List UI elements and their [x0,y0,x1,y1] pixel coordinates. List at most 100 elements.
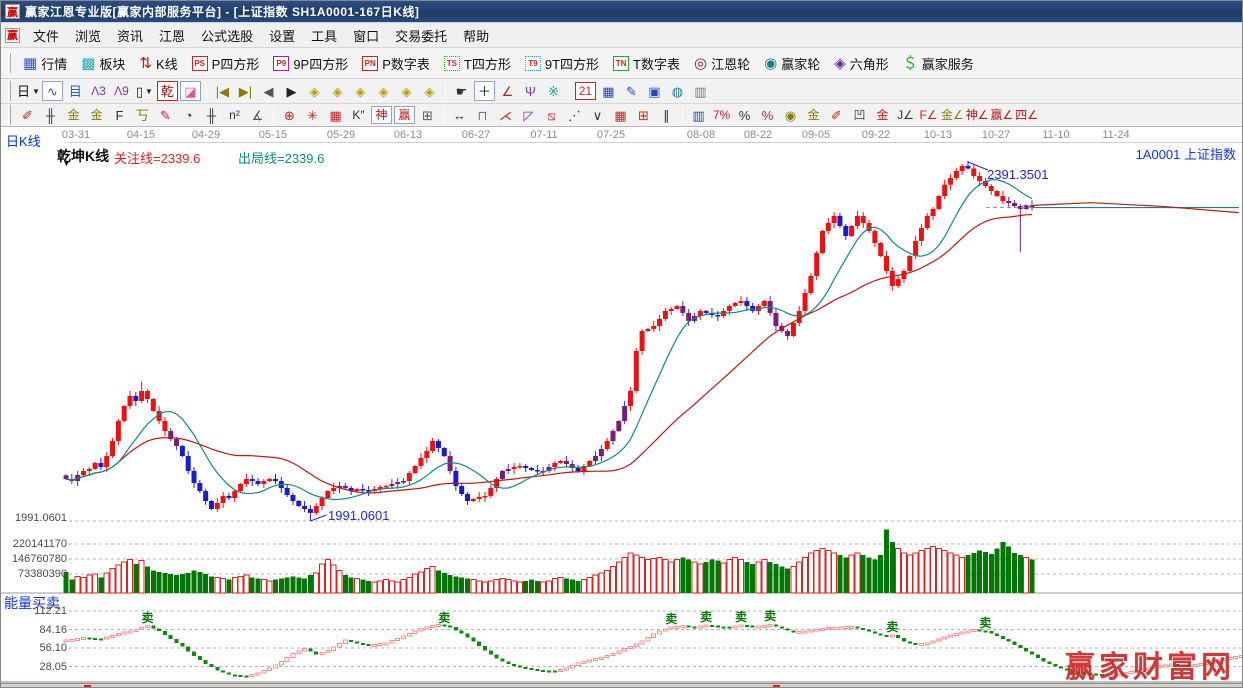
wave-9-icon[interactable]: Λ9 [111,82,132,100]
f-angle-icon[interactable]: F∠ [918,106,939,124]
winner-service-button[interactable]: ＄赢家服务 [896,50,981,76]
j-angle-icon[interactable]: J∠ [895,106,916,124]
t-digit-table-button[interactable]: TNT数字表 [606,50,687,76]
web-tool-icon[interactable]: ※ [543,81,564,101]
ying-icon[interactable]: 赢 [394,106,415,124]
menu-6[interactable]: 工具 [303,24,345,47]
grid-lines-icon[interactable]: ╫ [40,105,61,125]
gold-angle-icon[interactable]: 金∠ [941,106,964,124]
pen-red-icon[interactable]: ✐ [826,105,847,125]
shen-icon[interactable]: 神 [371,106,392,124]
diamond-left-icon[interactable]: ◈ [304,81,325,101]
computer-icon[interactable]: ▥ [690,81,711,101]
edit-note-icon[interactable]: ✎ [621,81,642,101]
n-square-icon[interactable]: n² [224,106,245,124]
percent-icon[interactable]: % [734,105,755,125]
title-bar[interactable]: 赢 赢家江恩专业版[赢家内部服务平台] - [上证指数 SH1A0001-167… [1,1,1243,23]
chart-svg[interactable] [1,127,1243,683]
crosshair-icon[interactable]: ＋ [474,81,495,101]
pane-type-label[interactable]: 日K线 [6,131,41,150]
box-tool-icon[interactable]: ⊓ [472,105,493,125]
cup-icon[interactable]: 凹 [849,106,870,124]
next-bar-icon[interactable]: ▶ [281,81,302,101]
web-page-icon[interactable]: ◍ [667,81,688,101]
gold-grid2-icon[interactable]: 金 [86,106,107,124]
parallel-lines-icon[interactable]: ∥ [656,105,677,125]
kline-button[interactable]: ⇅K线 [132,50,184,76]
ying-angle-icon[interactable]: 赢∠ [991,106,1014,124]
calendar-icon[interactable]: 21 [575,82,596,100]
width-measure-icon[interactable]: ↔ [449,105,470,125]
angle-ruler-icon[interactable]: ∡ [247,105,268,125]
trend-curve-icon[interactable]: ∿ [42,81,63,101]
draw-pen-icon[interactable]: ✐ [17,105,38,125]
fan-box-icon[interactable]: ◸ [518,105,539,125]
menu-5[interactable]: 设置 [261,24,303,47]
prev-bar-icon[interactable]: ◀ [258,81,279,101]
check-lines-icon[interactable]: ∨ [587,105,608,125]
menu-3[interactable]: 江恩 [151,24,193,47]
chart-area[interactable]: 日K线 乾坤K线 ▼ 关注线=2339.6 出局线=2339.6 1A0001 … [1,127,1243,683]
boxed-web-icon[interactable]: ▦ [325,105,346,125]
diamond-right-icon[interactable]: ◈ [327,81,348,101]
wave-3-icon[interactable]: Λ3 [88,82,109,100]
menu-4[interactable]: 公式选股 [193,24,261,47]
histogram-icon[interactable]: ▥ [688,105,709,125]
bottom-scroll-strip[interactable] [1,683,1243,688]
gann-wheel-button[interactable]: ◎江恩轮 [687,50,757,76]
gold-underline-icon[interactable]: 金 [872,106,893,124]
percent-line-icon[interactable]: % [757,105,778,125]
diamond-expand-icon[interactable]: ◈ [350,81,371,101]
menu-2[interactable]: 资讯 [109,24,151,47]
menu-1[interactable]: 浏览 [67,24,109,47]
9p-square-button[interactable]: P99P四方形 [266,50,355,76]
first-bar-icon[interactable]: |◀ [212,81,233,101]
candle-style-dropdown[interactable]: ▯▼ [134,81,155,101]
hand-pan-icon[interactable]: ☛ [451,81,472,101]
k-mark-icon[interactable]: K″ [348,106,369,124]
last-bar-icon[interactable]: ▶| [235,81,256,101]
shen-angle-icon[interactable]: 神∠ [966,106,989,124]
qiankun-dropdown-icon[interactable]: ▼ [63,161,70,168]
spiral-icon[interactable]: 丂 [132,105,153,125]
angle-measure-icon[interactable]: ∠ [497,81,518,101]
gold-circle-icon[interactable]: ◉ [780,105,801,125]
gold-line-icon[interactable]: 金 [803,106,824,124]
p-square-button[interactable]: PSP四方形 [185,50,267,76]
pen-chart-icon[interactable]: ✎ [155,105,176,125]
t-square-button[interactable]: TST四方形 [437,50,518,76]
hexagon-button[interactable]: ◈六角形 [827,50,896,76]
9t-square-button[interactable]: T99T四方形 [518,50,606,76]
menu-8[interactable]: 交易委托 [387,24,455,47]
time-cycle-icon[interactable]: ◔ [178,105,199,125]
calculator-icon[interactable]: ▦ [598,81,619,101]
f-grid-icon[interactable]: F [109,105,130,125]
menu-0[interactable]: 文件 [25,24,67,47]
seven-percent-icon[interactable]: 7% [711,106,732,124]
grid-lines2-icon[interactable]: ╫ [201,105,222,125]
star-web-icon[interactable]: ✳ [302,105,323,125]
si-angle-icon[interactable]: 四∠ [1015,106,1038,124]
winner-wheel-button[interactable]: ◉赢家轮 [757,50,827,76]
quotes-button[interactable]: ▦行情 [16,50,74,76]
qiankun-kline-icon[interactable]: 乾 [157,81,178,101]
diagonal-box-icon[interactable]: ⧅ [541,105,562,125]
sectors-button[interactable]: ▩板块 [74,50,132,76]
diamond-move-icon[interactable]: ◈ [419,81,440,101]
red-grid2-icon[interactable]: ⊞ [633,105,654,125]
ruler-123-icon[interactable]: ⊞ [417,105,438,125]
diamond-star-icon[interactable]: ◈ [396,81,417,101]
fan-lines-icon[interactable]: ⋌ [495,105,516,125]
menu-7[interactable]: 窗口 [345,24,387,47]
red-grid-icon[interactable]: ▦ [610,105,631,125]
circle-cross-icon[interactable]: ⊕ [279,105,300,125]
p-digit-table-button[interactable]: PNP数字表 [355,50,437,76]
menu-9[interactable]: 帮助 [455,24,497,47]
gann-tool-icon[interactable]: Ψ [520,81,541,101]
save-icon[interactable]: ▣ [644,81,665,101]
gold-grid-icon[interactable]: 金 [63,106,84,124]
volume-profile-icon[interactable]: ◪ [180,81,201,101]
period-day-dropdown[interactable]: 日▼ [17,81,40,101]
report-doc-icon[interactable]: 目 [65,81,86,101]
diamond-cross-icon[interactable]: ◈ [373,81,394,101]
